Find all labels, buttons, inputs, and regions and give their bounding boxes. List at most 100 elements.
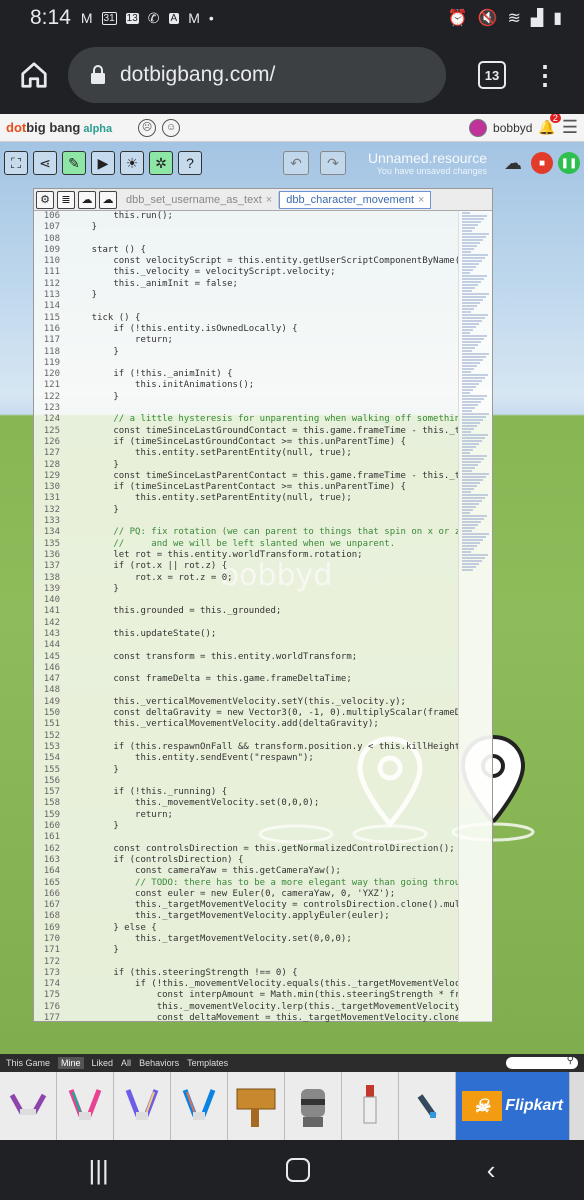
code-line[interactable]: 176 this._movementVelocity.lerp(this._ta… bbox=[34, 1002, 459, 1013]
code-line[interactable]: 142 bbox=[34, 618, 459, 629]
tab-dbb-set-username-as-text[interactable]: dbb_set_username_as_text × bbox=[120, 191, 280, 208]
asset-thumbnail[interactable] bbox=[399, 1072, 456, 1140]
code-line[interactable]: 145 const transform = this.entity.worldT… bbox=[34, 652, 459, 663]
code-line[interactable]: 113 } bbox=[34, 290, 459, 301]
code-line[interactable]: 116 if (!this.entity.isOwnedLocally) { bbox=[34, 324, 459, 335]
asset-search-input[interactable]: ⚲ bbox=[506, 1055, 578, 1069]
code-line[interactable]: 174 if (!this._movementVelocity.equals(t… bbox=[34, 979, 459, 990]
code-line[interactable]: 134 // PQ: fix rotation (we can parent t… bbox=[34, 527, 459, 538]
code-line[interactable]: 162 const controlsDirection = this.getNo… bbox=[34, 844, 459, 855]
code-line[interactable]: 139 } bbox=[34, 584, 459, 595]
asset-thumbnail[interactable] bbox=[57, 1072, 114, 1140]
light-icon[interactable]: ☀ bbox=[120, 151, 144, 175]
asset-tab-behaviors[interactable]: Behaviors bbox=[139, 1058, 179, 1068]
close-tab-icon[interactable]: × bbox=[418, 194, 424, 206]
happy-face-icon[interactable]: ☺ bbox=[162, 118, 181, 137]
code-line[interactable]: 140 bbox=[34, 595, 459, 606]
code-line[interactable]: 106 this.run(); bbox=[34, 211, 459, 222]
code-line[interactable]: 150 const deltaGravity = new Vector3(0, … bbox=[34, 708, 459, 719]
code-line[interactable]: 108 bbox=[34, 234, 459, 245]
code-line[interactable]: 107 } bbox=[34, 222, 459, 233]
code-line[interactable]: 154 this.entity.sendEvent("respawn"); bbox=[34, 753, 459, 764]
code-line[interactable]: 161 bbox=[34, 832, 459, 843]
code-line[interactable]: 126 if (timeSinceLastGroundContact >= th… bbox=[34, 437, 459, 448]
asset-tab-templates[interactable]: Templates bbox=[187, 1058, 228, 1068]
avatar[interactable] bbox=[469, 118, 488, 137]
code-line[interactable]: 153 if (this.respawnOnFall && transform.… bbox=[34, 742, 459, 753]
code-line[interactable]: 117 return; bbox=[34, 335, 459, 346]
recents-icon[interactable]: ||| bbox=[89, 1155, 109, 1186]
code-line[interactable]: 144 bbox=[34, 640, 459, 651]
asset-tab-all[interactable]: All bbox=[121, 1058, 131, 1068]
code-line[interactable]: 135 // and we will be left slanted when … bbox=[34, 539, 459, 550]
hamburger-menu-icon[interactable]: ☰ bbox=[562, 117, 578, 138]
code-line[interactable]: 158 this._movementVelocity.set(0,0,0); bbox=[34, 798, 459, 809]
username[interactable]: bobbyd bbox=[493, 121, 532, 135]
code-line[interactable]: 165 // TODO: there has to be a more eleg… bbox=[34, 878, 459, 889]
code-minimap[interactable] bbox=[458, 211, 492, 1022]
asset-tab-liked[interactable]: Liked bbox=[92, 1058, 114, 1068]
code-line[interactable]: 173 if (this.steeringStrength !== 0) { bbox=[34, 968, 459, 979]
home-button[interactable] bbox=[16, 57, 52, 93]
play-button[interactable]: ❚❚ bbox=[558, 152, 580, 174]
code-line[interactable]: 124 // a little hysteresis for unparenti… bbox=[34, 414, 459, 425]
code-line[interactable]: 132 } bbox=[34, 505, 459, 516]
tab-switcher-button[interactable]: 13 bbox=[478, 61, 506, 89]
code-line[interactable]: 114 bbox=[34, 301, 459, 312]
asset-tab-this-game[interactable]: This Game bbox=[6, 1058, 50, 1068]
code-line[interactable]: 177 const deltaMovement = this._targetMo… bbox=[34, 1013, 459, 1022]
code-line[interactable]: 118 } bbox=[34, 347, 459, 358]
code-line[interactable]: 120 if (!this._animInit) { bbox=[34, 369, 459, 380]
code-line[interactable]: 171 } bbox=[34, 945, 459, 956]
code-line[interactable]: 170 this._targetMovementVelocity.set(0,0… bbox=[34, 934, 459, 945]
browser-menu-button[interactable]: ⋮ bbox=[532, 62, 558, 88]
camera-icon[interactable]: ▶ bbox=[91, 151, 115, 175]
code-line[interactable]: 166 const euler = new Euler(0, cameraYaw… bbox=[34, 889, 459, 900]
code-line[interactable]: 137 if (rot.x || rot.z) { bbox=[34, 561, 459, 572]
asset-thumbnail[interactable] bbox=[228, 1072, 285, 1140]
code-line[interactable]: 130 if (timeSinceLastParentContact >= th… bbox=[34, 482, 459, 493]
help-icon[interactable]: ? bbox=[178, 151, 202, 175]
code-line[interactable]: 121 this.initAnimations(); bbox=[34, 380, 459, 391]
code-line[interactable]: 110 const velocityScript = this.entity.g… bbox=[34, 256, 459, 267]
upload-cloud-icon[interactable]: ☁ bbox=[78, 190, 96, 209]
address-bar[interactable]: dotbigbang.com/ bbox=[68, 47, 446, 103]
code-line[interactable]: 109 start () { bbox=[34, 245, 459, 256]
back-icon[interactable]: ‹ bbox=[487, 1155, 496, 1186]
redo-icon[interactable]: ↷ bbox=[320, 151, 346, 175]
code-line[interactable]: 127 this.entity.setParentEntity(null, tr… bbox=[34, 448, 459, 459]
code-line[interactable]: 167 this._targetMovementVelocity = contr… bbox=[34, 900, 459, 911]
code-line[interactable]: 112 this._animInit = false; bbox=[34, 279, 459, 290]
code-line[interactable]: 164 const cameraYaw = this.getCameraYaw(… bbox=[34, 866, 459, 877]
asset-thumbnail[interactable] bbox=[0, 1072, 57, 1140]
code-line[interactable]: 172 bbox=[34, 957, 459, 968]
code-line[interactable]: 147 const frameDelta = this.game.frameDe… bbox=[34, 674, 459, 685]
close-tab-icon[interactable]: × bbox=[266, 194, 272, 206]
code-line[interactable]: 149 this._verticalMovementVelocity.setY(… bbox=[34, 697, 459, 708]
code-line[interactable]: 141 this.grounded = this._grounded; bbox=[34, 606, 459, 617]
asset-tab-mine[interactable]: Mine bbox=[58, 1057, 84, 1069]
notification-button[interactable]: 🔔 2 bbox=[538, 114, 561, 136]
code-line[interactable]: 129 const timeSinceLastParentContact = t… bbox=[34, 471, 459, 482]
stop-button[interactable]: ■ bbox=[531, 152, 553, 174]
code-line[interactable]: 123 bbox=[34, 403, 459, 414]
code-line[interactable]: 111 this._velocity = velocityScript.velo… bbox=[34, 267, 459, 278]
code-line[interactable]: 119 bbox=[34, 358, 459, 369]
code-line[interactable]: 152 bbox=[34, 731, 459, 742]
cloud-icon[interactable]: ☁ bbox=[99, 190, 117, 209]
cloud-upload-icon[interactable]: ☁ bbox=[500, 152, 526, 174]
code-line[interactable]: 156 bbox=[34, 776, 459, 787]
code-line[interactable]: 122 } bbox=[34, 392, 459, 403]
code-line[interactable]: 133 bbox=[34, 516, 459, 527]
code-line[interactable]: 136 let rot = this.entity.worldTransform… bbox=[34, 550, 459, 561]
list-icon[interactable]: ≣ bbox=[57, 190, 75, 209]
flipkart-banner[interactable]: ☠ Flipkart bbox=[456, 1072, 570, 1140]
undo-icon[interactable]: ↶ bbox=[283, 151, 309, 175]
code-area[interactable]: 106 this.run(); 107 } 108 109 start () {110… bbox=[34, 211, 459, 1022]
code-line[interactable]: 131 this.entity.setParentEntity(null, tr… bbox=[34, 493, 459, 504]
asset-thumbnail[interactable] bbox=[285, 1072, 342, 1140]
code-line[interactable]: 159 return; bbox=[34, 810, 459, 821]
code-line[interactable]: 175 const interpAmount = Math.min(this.s… bbox=[34, 990, 459, 1001]
code-line[interactable]: 157 if (!this._running) { bbox=[34, 787, 459, 798]
sad-face-icon[interactable]: ☹ bbox=[138, 118, 157, 137]
